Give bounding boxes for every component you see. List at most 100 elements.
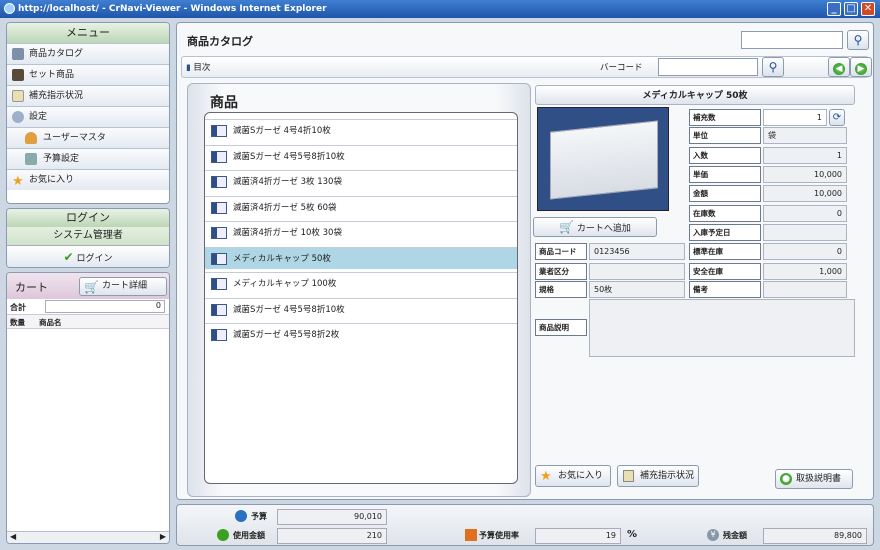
login-header: ログイン [7, 209, 169, 227]
settings-icon [12, 111, 24, 123]
cart-scrollbar[interactable]: ◀ ▶ [7, 531, 169, 543]
used-icon [217, 529, 229, 541]
product-list-item[interactable]: 滅菌Sガーゼ 4号4折10枚 [205, 119, 517, 141]
product-list-item[interactable]: 滅菌Sガーゼ 4号5号8折10枚 [205, 144, 517, 167]
field-value-qty[interactable]: 1 [763, 109, 827, 126]
barcode-input[interactable] [658, 58, 758, 76]
product-list: 滅菌Sガーゼ 4号4折10枚 滅菌Sガーゼ 4号5号8折10枚 滅菌済4折ガーゼ 3… [204, 112, 518, 484]
replenish-status-button[interactable]: 補充指示状況 [617, 465, 699, 487]
product-list-item-label: 滅菌Sガーゼ 4号5号8折10枚 [233, 304, 345, 315]
cart-detail-button[interactable]: 🛒 カート詳細 [79, 277, 167, 296]
add-to-cart-button[interactable]: 🛒 カートへ追加 [533, 217, 657, 237]
next-button[interactable]: ▶ [850, 57, 872, 77]
field-label-supplier: 業者区分 [535, 263, 587, 280]
scroll-right-icon[interactable]: ▶ [160, 532, 166, 541]
user-icon [25, 132, 37, 144]
check-icon: ✔ [63, 250, 74, 264]
field-value-supplier [589, 263, 685, 280]
scroll-left-icon[interactable]: ◀ [10, 532, 16, 541]
search-button[interactable]: ⚲ [847, 30, 869, 50]
cart-tab[interactable]: カート [15, 279, 48, 295]
toc-button[interactable]: ▮ 目次 [186, 61, 210, 73]
field-value-price: 10,000 [763, 166, 847, 183]
rate-unit: % [627, 529, 638, 540]
product-list-item[interactable]: 滅菌済4折ガーゼ 10枚 30袋 [205, 221, 517, 243]
product-icon [211, 329, 227, 341]
field-value-safety: 1,000 [763, 263, 847, 280]
product-icon [211, 252, 227, 265]
quantity-calculator-icon[interactable]: ⟳ [829, 109, 845, 126]
field-value-spec: 50枚 [589, 281, 685, 298]
field-label-inbound: 入庫予定日 [689, 224, 761, 241]
cart-total-label: 合計 [10, 303, 26, 312]
product-list-item-label: メディカルキャップ 100枚 [233, 279, 337, 289]
product-list-item-label: 滅菌済4折ガーゼ 10枚 30袋 [233, 228, 342, 238]
login-button[interactable]: ✔ ログイン [7, 245, 169, 267]
menu-item-settings[interactable]: 設定 [7, 106, 169, 127]
menu-item-set-product[interactable]: セット商品 [7, 64, 169, 85]
prev-button[interactable]: ◀ [828, 57, 850, 77]
product-list-item[interactable]: 滅菌済4折ガーゼ 3枚 130袋 [205, 170, 517, 192]
field-label-note: 備考 [689, 281, 761, 298]
field-value-inbound [763, 224, 847, 241]
field-label-entry: 入数 [689, 147, 761, 164]
close-icon[interactable]: ✕ [861, 2, 875, 16]
replenish-icon [12, 90, 24, 102]
maximize-icon[interactable]: □ [844, 2, 858, 16]
replenish-icon [623, 470, 634, 482]
cart-icon: 🛒 [559, 220, 575, 234]
remain-icon: ¥ [707, 529, 719, 541]
window-title: http://localhost/ - CrNavi-Viewer - Wind… [18, 4, 327, 14]
field-value-order_limit: 0 [763, 205, 847, 222]
menu-item-favorites[interactable]: ★ お気に入り [7, 169, 169, 190]
product-icon [211, 201, 227, 214]
page-title: 商品カタログ [187, 35, 253, 48]
menu-item-user-master[interactable]: ユーザーマスタ [7, 127, 169, 148]
barcode-label: バーコード [600, 63, 643, 73]
manual-icon: ● [780, 473, 792, 485]
product-list-item[interactable]: メディカルキャップ 50枚 [205, 246, 517, 269]
footer-panel: 予算 90,010 使用金額 210 予算使用率 19 % ¥ 残金額 89,8… [176, 504, 874, 546]
field-label-desc: 商品説明 [535, 319, 587, 336]
cart-icon: 🛒 [84, 280, 99, 294]
search-input[interactable] [741, 31, 843, 49]
field-label-qty: 補充数 [689, 109, 761, 126]
product-list-item-label: 滅菌済4折ガーゼ 3枚 130袋 [233, 177, 342, 187]
toolbar: ▮ 目次 バーコード ⚲ ◀ ▶ [181, 56, 872, 78]
product-list-item[interactable]: 滅菌Sガーゼ 4号5号8折2枚 [205, 323, 517, 345]
cart-col-qty: 数量 [10, 318, 25, 327]
product-box-shape [550, 120, 658, 200]
used-value: 210 [277, 528, 387, 544]
menu-panel: メニュー 商品カタログ セット商品 補充指示状況 設定 ユーザーマスタ 予算設定… [6, 22, 170, 204]
rate-label: 予算使用率 [479, 531, 519, 540]
menu-item-budget[interactable]: 予算設定 [7, 148, 169, 169]
remain-value: 89,800 [763, 528, 867, 544]
minimize-icon[interactable]: _ [827, 2, 841, 16]
cart-table-header: 数量 商品名 [7, 315, 169, 329]
product-list-item-label: メディカルキャップ 50枚 [233, 253, 331, 264]
field-label-min_stock: 標準在庫 [689, 243, 761, 260]
field-value-min_stock: 0 [763, 243, 847, 260]
product-icon [211, 125, 227, 137]
favorites-button[interactable]: ★ お気に入り [535, 465, 611, 487]
field-value-amount: 10,000 [763, 185, 847, 202]
product-list-item-label: 滅菌Sガーゼ 4号5号8折2枚 [233, 330, 340, 340]
product-icon [211, 227, 227, 239]
field-label-safety: 安全在庫 [689, 263, 761, 280]
manual-button[interactable]: ● 取扱説明書 [775, 469, 853, 489]
field-label-price: 単価 [689, 166, 761, 183]
menu-item-replenish[interactable]: 補充指示状況 [7, 85, 169, 106]
arrow-right-icon: ▶ [855, 63, 867, 75]
product-list-item[interactable]: メディカルキャップ 100枚 [205, 272, 517, 294]
product-icon [211, 303, 227, 316]
menu-item-catalog[interactable]: 商品カタログ [7, 43, 169, 64]
cart-col-name: 商品名 [39, 318, 62, 327]
catalog-icon [12, 48, 24, 60]
product-list-item-label: 滅菌Sガーゼ 4号4折10枚 [233, 126, 331, 136]
product-list-item[interactable]: 滅菌済4折ガーゼ 5枚 60袋 [205, 195, 517, 218]
barcode-search-button[interactable]: ⚲ [762, 57, 784, 77]
rate-icon [465, 529, 477, 541]
description-box [589, 299, 855, 357]
product-list-item[interactable]: 滅菌Sガーゼ 4号5号8折10枚 [205, 297, 517, 320]
budget-icon [235, 510, 247, 522]
